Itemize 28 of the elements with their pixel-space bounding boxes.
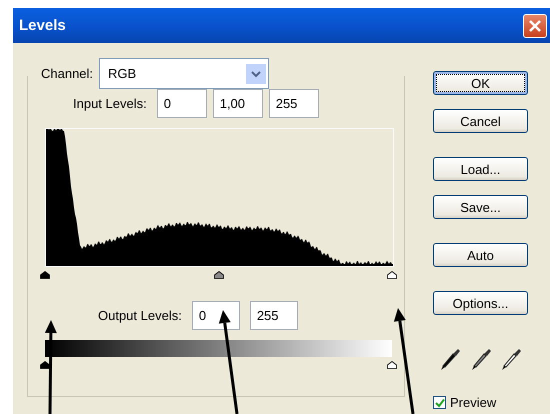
dialog-button[interactable]: Auto	[433, 243, 528, 267]
slider-thumb[interactable]	[387, 271, 397, 279]
input-levels-label: Input Levels:	[73, 96, 147, 111]
eyedropper-icon[interactable]	[470, 347, 492, 371]
check-icon	[434, 398, 444, 408]
dialog-button[interactable]: Cancel	[433, 109, 528, 133]
output-level-field[interactable]: 255	[250, 301, 298, 330]
dialog-button[interactable]: Load...	[433, 157, 528, 181]
slider-thumb[interactable]	[214, 271, 224, 279]
dialog-button[interactable]: OK	[433, 71, 528, 95]
close-icon	[528, 18, 542, 32]
window-title: Levels	[19, 17, 66, 34]
close-button[interactable]	[523, 14, 547, 38]
input-level-field[interactable]: 255	[268, 89, 319, 118]
eyedropper-icon[interactable]	[439, 347, 461, 371]
channel-dropdown[interactable]: RGB	[99, 58, 270, 89]
eyedropper-icon[interactable]	[500, 347, 522, 371]
slider-thumb[interactable]	[387, 361, 397, 369]
output-level-field[interactable]: 0	[192, 301, 240, 330]
slider-thumb[interactable]	[40, 361, 50, 369]
slider-thumb[interactable]	[40, 271, 50, 279]
input-level-field[interactable]: 1,00	[212, 89, 263, 118]
input-level-field[interactable]: 0	[156, 89, 207, 118]
dialog-button[interactable]: Options...	[433, 291, 528, 315]
dialog-button[interactable]: Save...	[433, 195, 528, 219]
channel-label: Channel:	[41, 66, 94, 81]
preview-checkbox[interactable]: Preview	[433, 395, 528, 410]
output-levels-label: Output Levels:	[98, 308, 182, 323]
